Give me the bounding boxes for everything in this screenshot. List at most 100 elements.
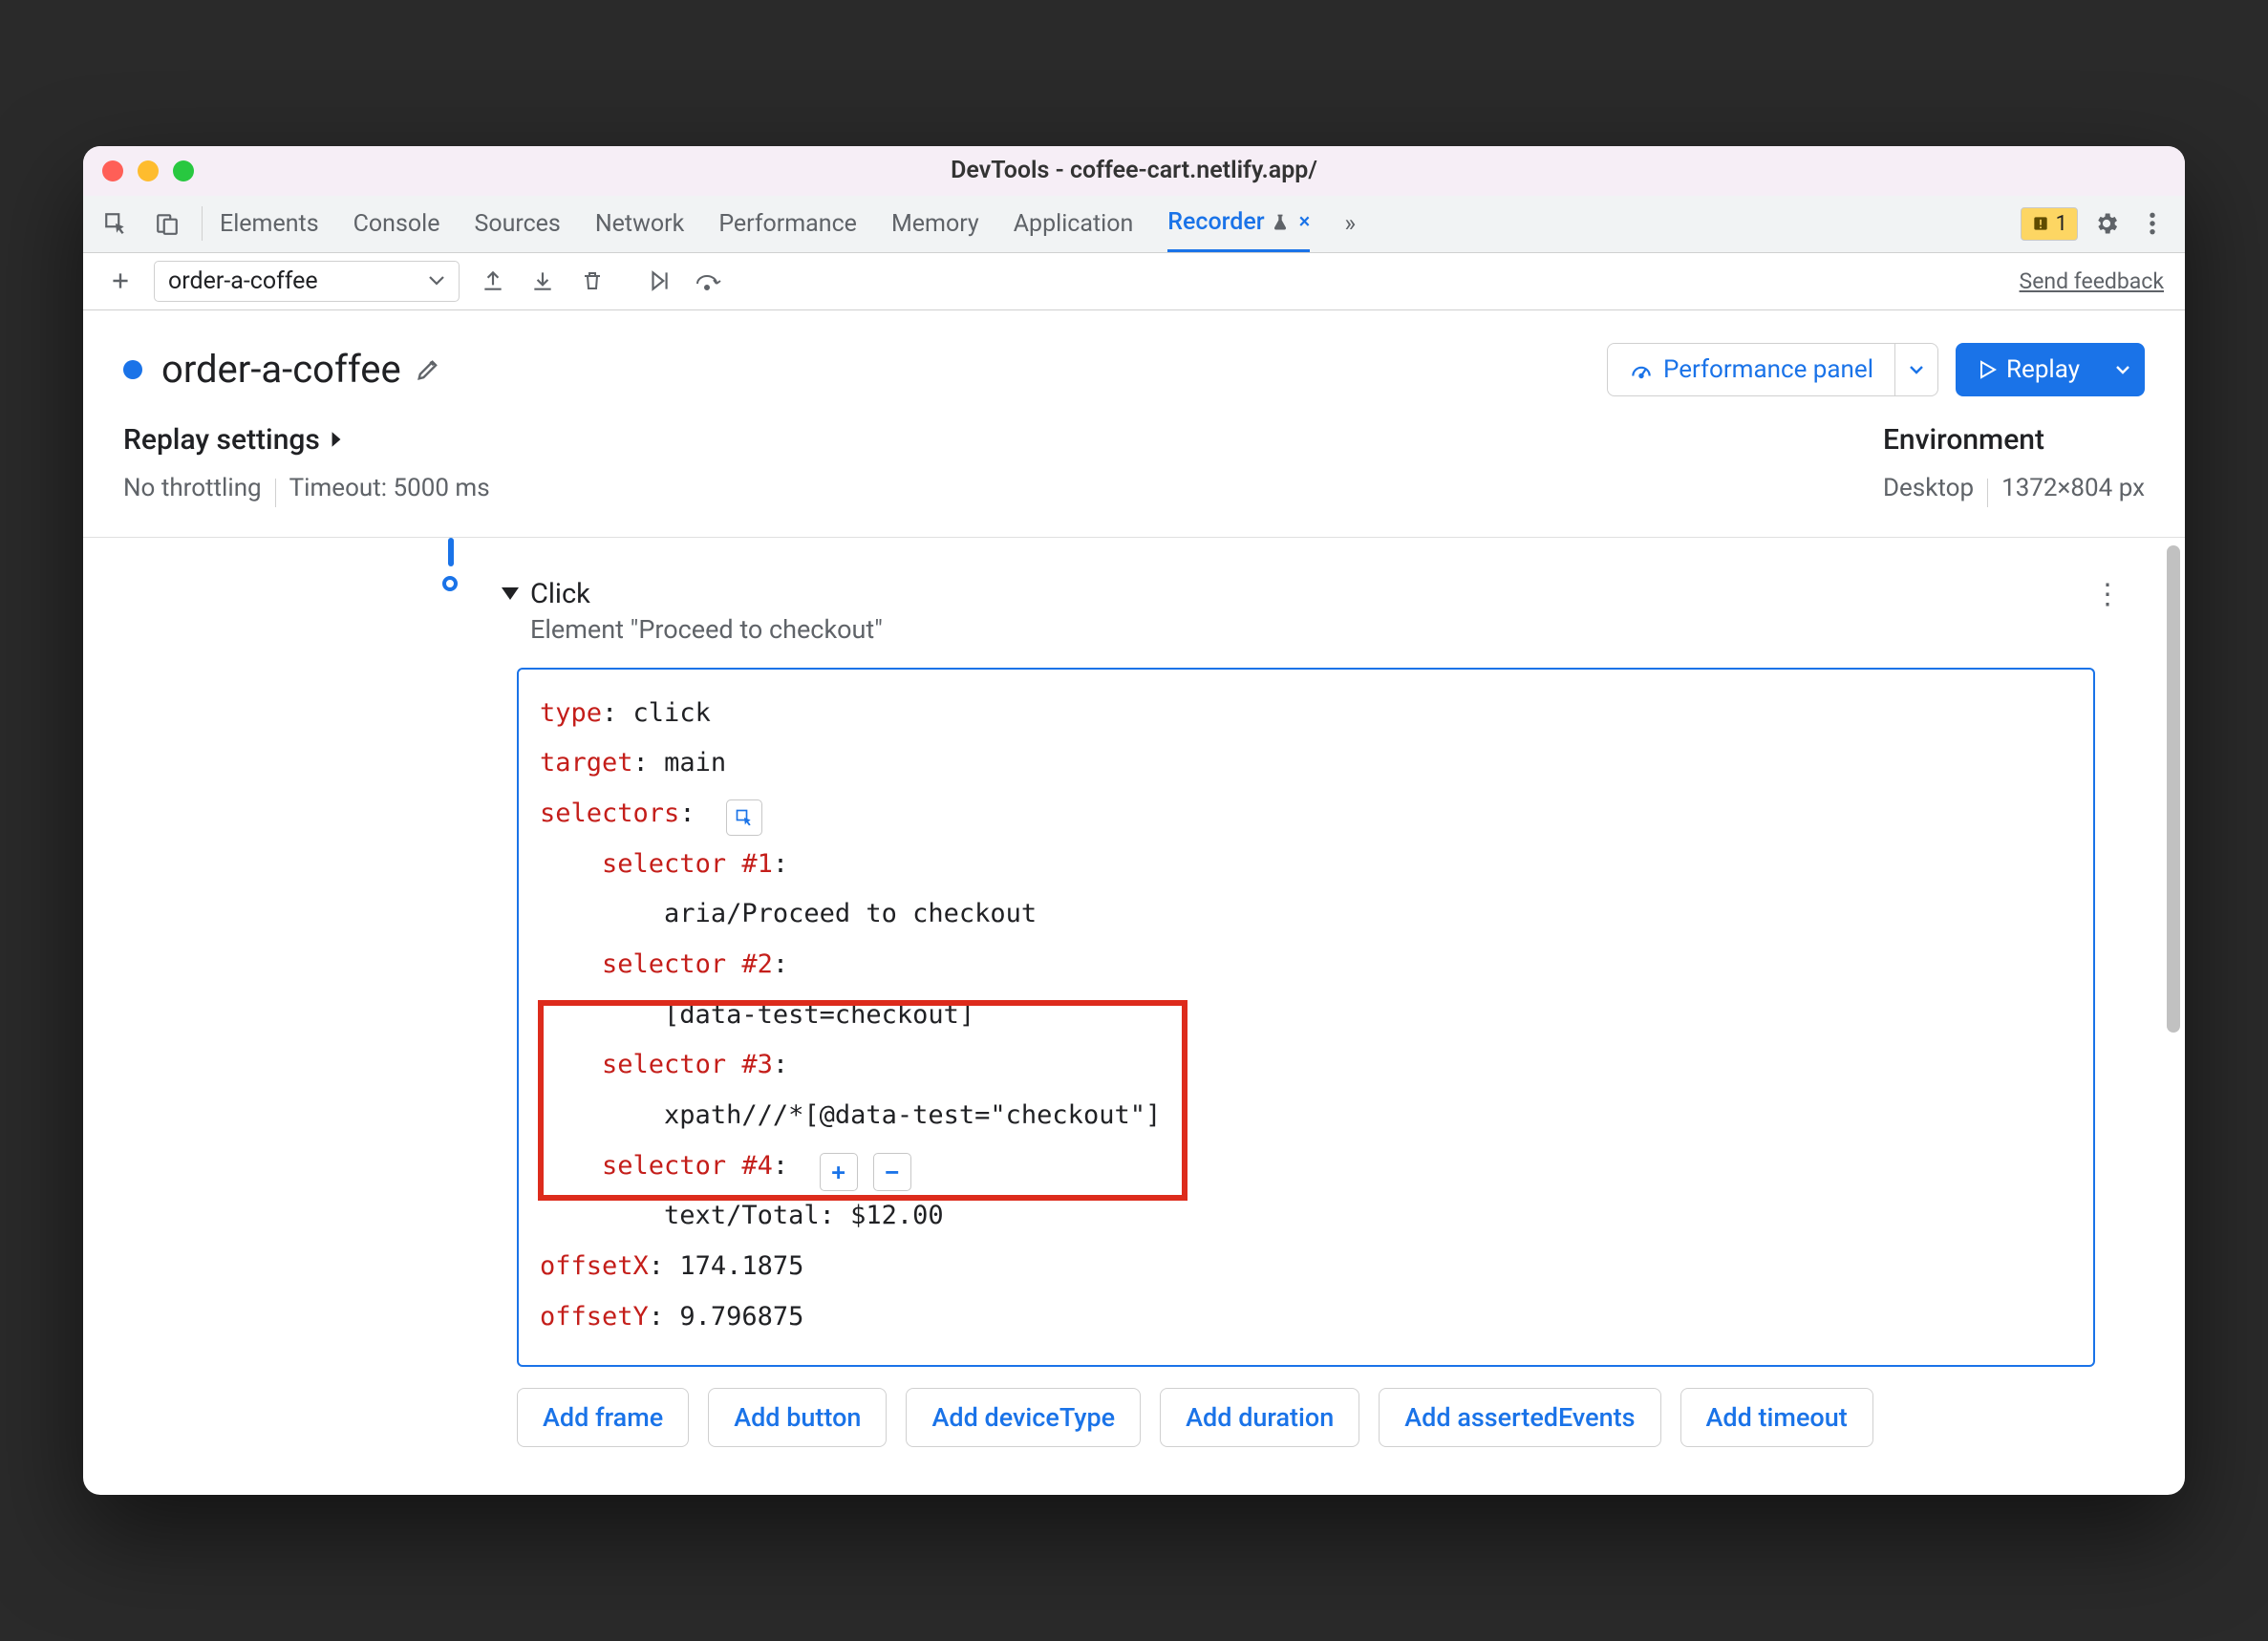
selector-4-val[interactable]: text/Total: $12.00 <box>540 1191 2072 1242</box>
pick-selector-button[interactable] <box>726 799 762 836</box>
replay-split: Replay <box>1956 343 2145 396</box>
header-actions: Performance panel Replay <box>1607 343 2145 396</box>
play-icon <box>1978 359 1997 380</box>
tab-label: Elements <box>220 210 319 238</box>
play-button[interactable] <box>643 265 675 297</box>
separator <box>275 479 276 507</box>
device-toggle-icon[interactable] <box>150 206 184 241</box>
step-header: Click Element "Proceed to checkout" ⋮ <box>502 559 2162 645</box>
selector-2-key: selector #2: <box>540 940 2072 991</box>
step-menu-button[interactable]: ⋮ <box>2093 578 2124 611</box>
step-title: Click <box>530 578 883 610</box>
tab-performance[interactable]: Performance <box>718 195 857 252</box>
tab-label: Recorder <box>1167 208 1264 236</box>
step-area: Click Element "Proceed to checkout" ⋮ ty… <box>83 538 2162 1495</box>
throttle-value: No throttling <box>123 474 262 502</box>
performance-panel-split: Performance panel <box>1607 343 1938 396</box>
step-content: Click Element "Proceed to checkout" ⋮ ty… <box>83 538 2185 1495</box>
close-window-button[interactable] <box>102 160 123 181</box>
prop-selectors: selectors: <box>540 789 2072 840</box>
performance-panel-caret[interactable] <box>1895 343 1938 396</box>
edit-title-button[interactable] <box>415 356 441 383</box>
chevron-down-icon <box>428 275 445 287</box>
add-property-row: Add frame Add button Add deviceType Add … <box>517 1388 2095 1447</box>
button-label: Performance panel <box>1663 355 1873 384</box>
add-devicetype-button[interactable]: Add deviceType <box>906 1388 1141 1447</box>
flask-icon <box>1271 212 1290 233</box>
performance-panel-button[interactable]: Performance panel <box>1607 343 1895 396</box>
separator <box>1987 479 1988 507</box>
selector-4-key: selector #4: + − <box>540 1141 2072 1192</box>
replay-caret[interactable] <box>2102 343 2145 396</box>
add-button-button[interactable]: Add button <box>708 1388 887 1447</box>
add-frame-button[interactable]: Add frame <box>517 1388 689 1447</box>
tab-label: Sources <box>474 210 560 238</box>
step-over-button[interactable] <box>693 265 725 297</box>
step-details-card: type: click target: main selectors: sele… <box>517 668 2095 1367</box>
devtools-window: DevTools - coffee-cart.netlify.app/ Elem… <box>83 146 2185 1495</box>
settings-row: Replay settings No throttling Timeout: 5… <box>83 423 2185 538</box>
tabbar-right: 1 <box>2021 206 2170 241</box>
tab-recorder[interactable]: Recorder × <box>1167 195 1310 252</box>
dimensions-value: 1372×804 px <box>2001 474 2145 502</box>
environment-summary: Desktop 1372×804 px <box>1883 474 2145 502</box>
prop-target: target: main <box>540 738 2072 789</box>
inspect-icon[interactable] <box>98 206 133 241</box>
settings-gear-icon[interactable] <box>2089 206 2124 241</box>
import-button[interactable] <box>526 265 559 297</box>
tab-network[interactable]: Network <box>595 195 684 252</box>
minimize-window-button[interactable] <box>138 160 159 181</box>
selector-3-val[interactable]: xpath///*[@data-test="checkout"] <box>540 1091 2072 1141</box>
tab-label: Console <box>353 210 440 238</box>
environment-info: Environment Desktop 1372×804 px <box>1883 423 2145 502</box>
step-disclosure-toggle[interactable] <box>502 587 519 600</box>
replay-button[interactable]: Replay <box>1956 343 2102 396</box>
send-feedback-link[interactable]: Send feedback <box>2020 268 2164 294</box>
selector-2-val[interactable]: [data-test=checkout] <box>540 991 2072 1041</box>
prop-type: type: click <box>540 689 2072 739</box>
titlebar: DevTools - coffee-cart.netlify.app/ <box>83 146 2185 196</box>
replay-settings: Replay settings No throttling Timeout: 5… <box>123 423 490 502</box>
scrollbar[interactable] <box>2162 538 2185 1495</box>
replay-settings-summary: No throttling Timeout: 5000 ms <box>123 474 490 502</box>
prop-offsetx: offsetX: 174.1875 <box>540 1242 2072 1292</box>
replay-settings-toggle[interactable]: Replay settings <box>123 423 490 457</box>
recorder-toolbar: order-a-coffee Send feedback <box>83 253 2185 310</box>
tab-sources[interactable]: Sources <box>474 195 560 252</box>
tab-label: Application <box>1014 210 1134 238</box>
issues-badge[interactable]: 1 <box>2021 207 2078 241</box>
recording-title-text: order-a-coffee <box>161 347 401 392</box>
fullscreen-window-button[interactable] <box>173 160 194 181</box>
tab-label: Memory <box>891 210 979 238</box>
new-recording-button[interactable] <box>104 265 137 297</box>
export-button[interactable] <box>477 265 509 297</box>
window-title: DevTools - coffee-cart.netlify.app/ <box>83 157 2185 184</box>
remove-selector-button[interactable]: − <box>873 1153 911 1191</box>
delete-button[interactable] <box>576 265 609 297</box>
more-glyph: » <box>1344 210 1356 238</box>
selector-1-val[interactable]: aria/Proceed to checkout <box>540 889 2072 940</box>
gauge-icon <box>1629 357 1654 382</box>
recording-title: order-a-coffee <box>161 347 441 392</box>
scroll-thumb[interactable] <box>2167 545 2180 1033</box>
add-timeout-button[interactable]: Add timeout <box>1680 1388 1873 1447</box>
tab-label: Performance <box>718 210 857 238</box>
tab-console[interactable]: Console <box>353 195 440 252</box>
add-duration-button[interactable]: Add duration <box>1160 1388 1359 1447</box>
tab-memory[interactable]: Memory <box>891 195 979 252</box>
timeline-dot <box>442 576 458 591</box>
tab-elements[interactable]: Elements <box>220 195 319 252</box>
step-titles: Click Element "Proceed to checkout" <box>530 578 883 645</box>
close-tab-button[interactable]: × <box>1299 210 1311 234</box>
button-label: Replay <box>2006 355 2080 384</box>
add-selector-button[interactable]: + <box>820 1153 858 1191</box>
add-assertedevents-button[interactable]: Add assertedEvents <box>1379 1388 1660 1447</box>
kebab-menu-icon[interactable] <box>2135 206 2170 241</box>
environment-title: Environment <box>1883 423 2145 457</box>
selector-1-key: selector #1: <box>540 840 2072 890</box>
tab-application[interactable]: Application <box>1014 195 1134 252</box>
recording-dropdown[interactable]: order-a-coffee <box>154 261 460 302</box>
recording-header: order-a-coffee Performance panel Replay <box>83 310 2185 423</box>
more-tabs-button[interactable]: » <box>1344 195 1356 252</box>
panel-tabs: Elements Console Sources Network Perform… <box>220 195 2003 252</box>
